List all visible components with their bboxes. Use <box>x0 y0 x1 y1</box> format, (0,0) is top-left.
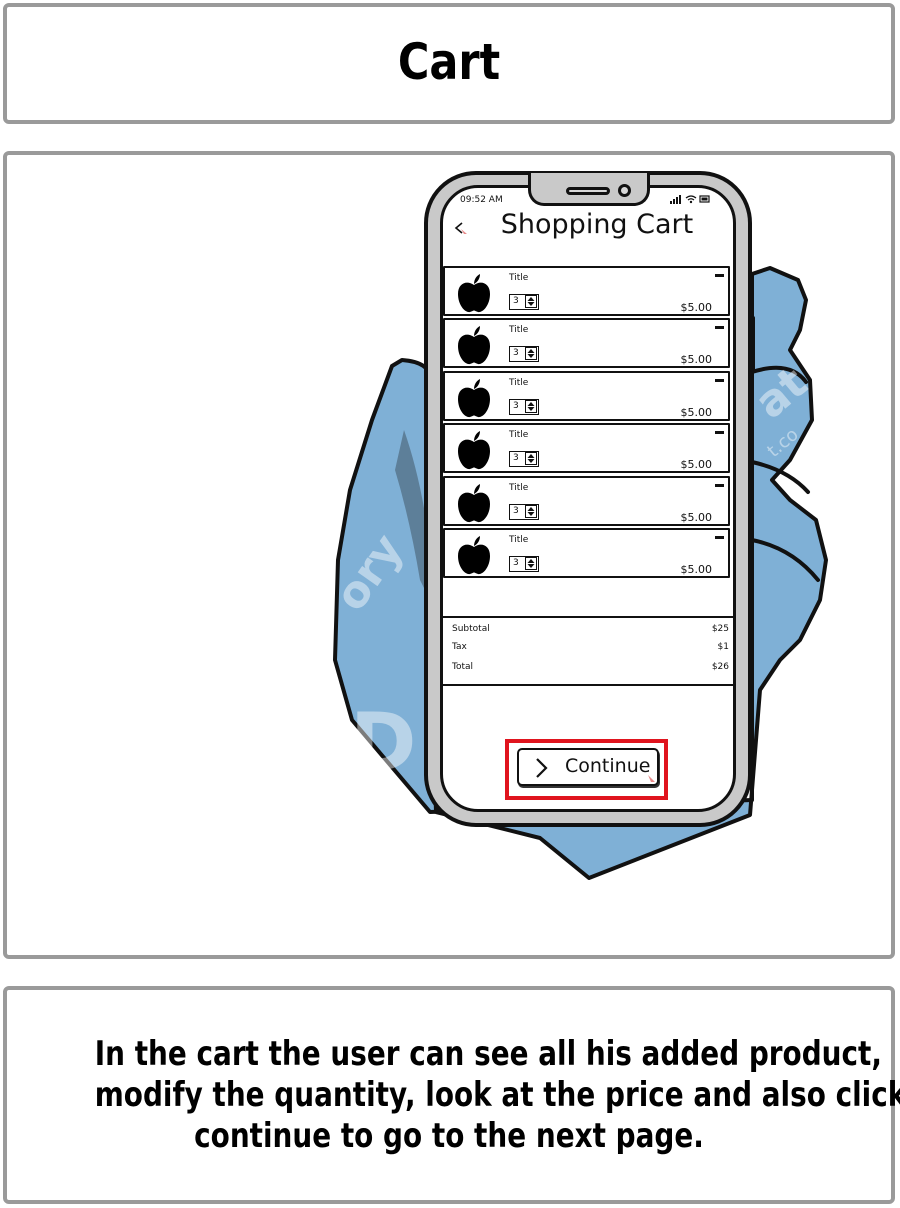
chevron-right-icon <box>536 758 548 778</box>
caption-text: In the cart the user can see all his add… <box>94 1034 900 1157</box>
quantity-value: 3 <box>513 558 519 568</box>
item-price: $5.00 <box>680 353 713 366</box>
status-icons <box>670 194 710 207</box>
item-title: Title <box>509 430 529 440</box>
item-price: $5.00 <box>680 563 713 576</box>
stepper-icon[interactable] <box>525 347 537 360</box>
cart-item[interactable]: Title 3 $5.00 <box>443 371 730 421</box>
continue-button[interactable]: Continue <box>517 748 659 786</box>
cart-item[interactable]: Title 3 $5.00 <box>443 318 730 368</box>
tax-label: Tax <box>452 642 467 652</box>
remove-icon[interactable] <box>715 274 724 277</box>
item-price: $5.00 <box>680 406 713 419</box>
svg-text:D: D <box>350 696 416 789</box>
remove-icon[interactable] <box>715 326 724 329</box>
item-title: Title <box>509 325 529 335</box>
quantity-value: 3 <box>513 453 519 463</box>
quantity-stepper[interactable]: 3 <box>509 556 539 572</box>
item-title: Title <box>509 273 529 283</box>
item-title: Title <box>509 535 529 545</box>
phone-speaker <box>566 187 610 195</box>
order-summary: Subtotal $25 Tax $1 Total $26 <box>443 616 733 686</box>
item-price: $5.00 <box>680 301 713 314</box>
caption-line: modify the quantity, look at the price a… <box>94 1075 900 1115</box>
item-title: Title <box>509 378 529 388</box>
stepper-icon[interactable] <box>525 557 537 570</box>
item-title: Title <box>509 483 529 493</box>
cart-item[interactable]: Title 3 $5.00 <box>443 476 730 526</box>
cursor-icon <box>648 775 655 782</box>
stepper-icon[interactable] <box>525 295 537 308</box>
tax-value: $1 <box>717 642 729 652</box>
caption-line: continue to go to the next page. <box>194 1116 704 1156</box>
subtotal-label: Subtotal <box>452 624 490 634</box>
apple-icon <box>458 536 490 575</box>
signal-icon <box>670 195 710 204</box>
subtotal-value: $25 <box>711 624 729 634</box>
quantity-value: 3 <box>513 348 519 358</box>
total-label: Total <box>452 662 474 672</box>
phone-side-button <box>750 316 755 372</box>
remove-icon[interactable] <box>715 379 724 382</box>
cart-item[interactable]: Title 3 $5.00 <box>443 423 730 473</box>
remove-icon[interactable] <box>715 536 724 539</box>
quantity-value: 3 <box>513 401 519 411</box>
caption-panel: In the cart the user can see all his add… <box>3 986 900 1204</box>
quantity-value: 3 <box>513 506 519 516</box>
cart-item[interactable]: Title 3 $5.00 <box>443 528 730 578</box>
wifi-icon <box>685 195 697 201</box>
quantity-stepper[interactable]: 3 <box>509 504 539 520</box>
apple-icon <box>458 326 490 365</box>
remove-icon[interactable] <box>715 484 724 487</box>
quantity-stepper[interactable]: 3 <box>509 451 539 467</box>
quantity-value: 3 <box>513 296 519 306</box>
total-value: $26 <box>711 662 729 672</box>
continue-label: Continue <box>565 755 651 777</box>
remove-icon[interactable] <box>715 431 724 434</box>
stepper-icon[interactable] <box>525 505 537 518</box>
status-time: 09:52 AM <box>460 195 503 205</box>
apple-icon <box>458 274 490 313</box>
quantity-stepper[interactable]: 3 <box>509 294 539 310</box>
quantity-stepper[interactable]: 3 <box>509 346 539 362</box>
screen-title: Shopping Cart <box>500 209 694 240</box>
apple-icon <box>458 484 490 523</box>
quantity-stepper[interactable]: 3 <box>509 399 539 415</box>
stepper-icon[interactable] <box>525 452 537 465</box>
caption-line: In the cart the user can see all his add… <box>94 1034 882 1074</box>
apple-icon <box>458 379 490 418</box>
apple-icon <box>458 431 490 470</box>
stepper-icon[interactable] <box>525 400 537 413</box>
cart-item[interactable]: Title 3 $5.00 <box>443 266 730 316</box>
item-price: $5.00 <box>680 458 713 471</box>
item-price: $5.00 <box>680 511 713 524</box>
phone-camera <box>618 184 631 197</box>
